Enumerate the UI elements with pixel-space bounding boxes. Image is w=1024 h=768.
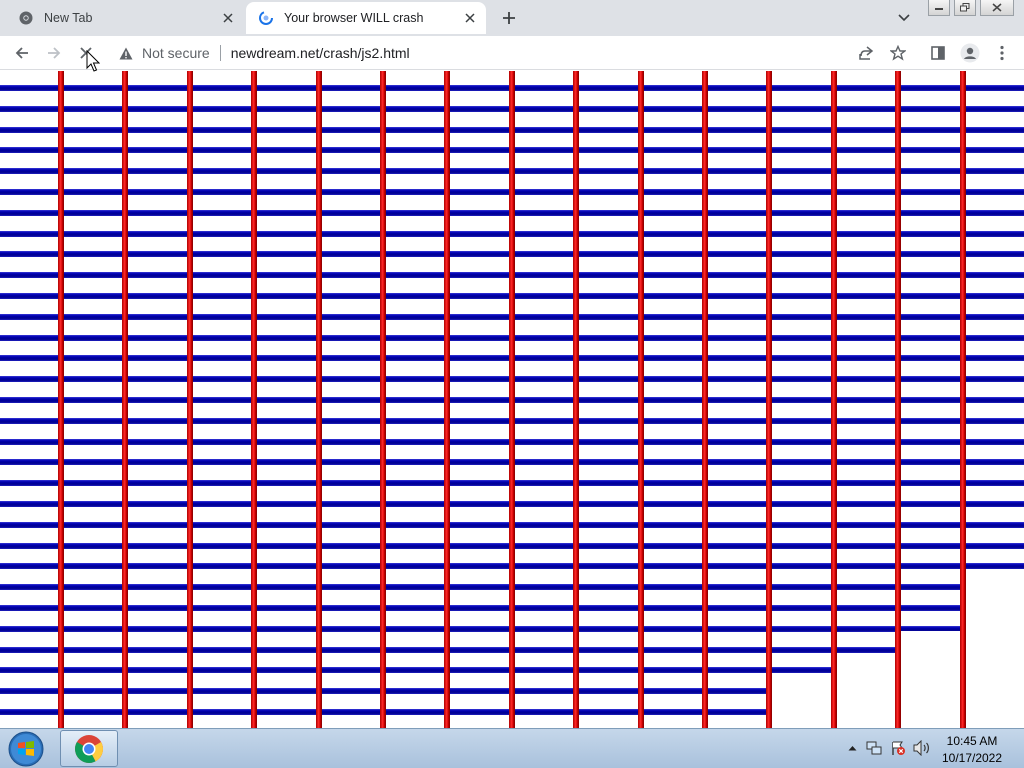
profile-avatar-icon[interactable] (958, 41, 982, 65)
volume-icon[interactable] (912, 737, 932, 759)
vertical-red-line (702, 71, 708, 728)
share-icon[interactable] (854, 41, 878, 65)
vertical-red-line (638, 71, 644, 728)
security-status[interactable]: Not secure (142, 45, 210, 61)
minimize-button[interactable] (928, 0, 950, 16)
clock-time: 10:45 AM (946, 734, 998, 748)
bookmark-star-icon[interactable] (886, 41, 910, 65)
tab-active[interactable]: Your browser WILL crash (246, 2, 486, 34)
url-text[interactable]: newdream.net/crash/js2.html (231, 45, 410, 61)
crash-page-grid (0, 71, 1024, 728)
clock-date: 10/17/2022 (941, 751, 1003, 765)
address-bar[interactable]: Not secure newdream.net/crash/js2.html (110, 39, 884, 67)
vertical-red-line (251, 71, 257, 728)
network-icon[interactable] (864, 737, 884, 759)
system-clock[interactable]: 10:45 AM 10/17/2022 (934, 733, 1010, 767)
grid-gap (960, 571, 1024, 728)
taskbar: 10:45 AM 10/17/2022 (0, 728, 1024, 768)
browser-toolbar: Not secure newdream.net/crash/js2.html (0, 36, 1024, 70)
tab-new-tab[interactable]: New Tab (8, 2, 244, 34)
mouse-cursor-icon (86, 50, 100, 72)
chrome-icon (75, 734, 103, 763)
vertical-red-line (380, 71, 386, 728)
vertical-red-line (831, 71, 837, 728)
omnibox-divider (219, 45, 221, 61)
windows-logo-icon (8, 731, 44, 767)
side-panel-icon[interactable] (926, 41, 950, 65)
grid-gap (896, 631, 960, 728)
action-center-flag-icon[interactable] (888, 737, 908, 759)
menu-kebab-icon[interactable] (990, 41, 1014, 65)
tab-strip: New Tab Your browser WILL crash (0, 0, 1024, 36)
tab-title: Your browser WILL crash (284, 11, 424, 25)
close-tab-icon[interactable] (216, 6, 240, 30)
vertical-red-line (316, 71, 322, 728)
new-tab-button[interactable] (496, 6, 522, 30)
warning-icon[interactable] (118, 45, 134, 61)
vertical-red-line (444, 71, 450, 728)
page-loading-icon (258, 10, 274, 26)
grid-gap (832, 654, 896, 728)
tab-search-chevron-icon[interactable] (892, 6, 916, 30)
close-tab-icon[interactable] (458, 6, 482, 30)
show-hidden-icons-arrow-icon[interactable] (842, 737, 862, 759)
vertical-red-line (766, 71, 772, 728)
vertical-red-line (509, 71, 515, 728)
close-window-button[interactable] (980, 0, 1014, 16)
taskbar-chrome-button[interactable] (60, 730, 118, 767)
back-button[interactable] (10, 41, 34, 65)
vertical-red-line (187, 71, 193, 728)
chrome-icon (18, 10, 34, 26)
start-button[interactable] (4, 730, 48, 768)
vertical-red-line (573, 71, 579, 728)
vertical-red-line (895, 71, 901, 728)
vertical-red-line (122, 71, 128, 728)
vertical-red-line (58, 71, 64, 728)
vertical-red-line (960, 71, 966, 728)
restore-button[interactable] (954, 0, 976, 16)
tab-title: New Tab (44, 11, 93, 25)
forward-button[interactable] (42, 41, 66, 65)
